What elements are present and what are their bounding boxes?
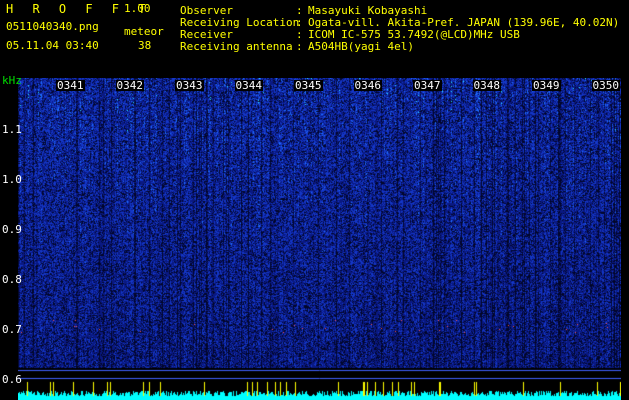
x-tick-label: 0350 xyxy=(591,79,620,92)
meta-sep: : xyxy=(296,4,303,17)
y-tick-label: 0.9 xyxy=(2,223,22,236)
y-tick-label: 0.8 xyxy=(2,273,22,286)
y-tick-label: 1.1 xyxy=(2,123,22,136)
meta-key-antenna: Receiving antenna xyxy=(180,40,293,53)
meta-sep: : xyxy=(296,16,303,29)
meta-value-location: Ogata-vill. Akita-Pref. JAPAN (139.96E, … xyxy=(308,16,620,29)
x-tick-label: 0342 xyxy=(115,79,144,92)
y-tick-label: 0.6 xyxy=(2,373,22,386)
meta-sep: : xyxy=(296,40,303,53)
spectrogram-canvas xyxy=(18,78,621,400)
app-version: 1.00 xyxy=(124,2,151,15)
file-name: 0511040340.png xyxy=(6,20,99,33)
x-tick-label: 0344 xyxy=(234,79,263,92)
y-tick-label: 0.7 xyxy=(2,323,22,336)
meteor-count: 38 xyxy=(138,39,152,52)
y-axis-unit: kHz xyxy=(2,74,22,87)
x-tick-label: 0348 xyxy=(472,79,501,92)
x-tick-label: 0341 xyxy=(56,79,85,92)
meta-value-observer: Masayuki Kobayashi xyxy=(308,4,428,17)
meta-key-receiver: Receiver xyxy=(180,28,233,41)
x-tick-label: 0347 xyxy=(413,79,442,92)
capture-datetime: 05.11.04 03:40 xyxy=(6,39,99,52)
meta-sep: : xyxy=(296,28,303,41)
meta-key-location: Receiving Location xyxy=(180,16,300,29)
x-tick-label: 0343 xyxy=(175,79,204,92)
x-tick-label: 0345 xyxy=(294,79,323,92)
x-tick-label: 0349 xyxy=(532,79,561,92)
meta-value-antenna: A504HB(yagi 4el) xyxy=(308,40,414,53)
meta-key-observer: Observer xyxy=(180,4,233,17)
y-tick-label: 1.0 xyxy=(2,173,22,186)
meta-value-receiver: ICOM IC-575 53.7492(@LCD)MHz USB xyxy=(308,28,520,41)
meteor-label: meteor xyxy=(124,25,164,38)
x-tick-label: 0346 xyxy=(353,79,382,92)
